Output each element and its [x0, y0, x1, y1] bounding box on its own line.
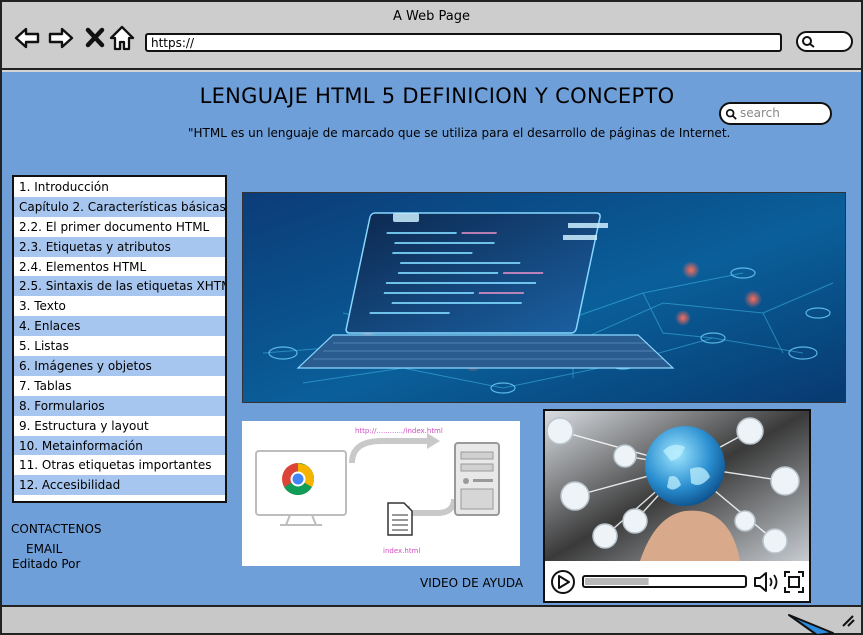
browser-search-field[interactable] [796, 31, 853, 52]
menu-item[interactable]: 1. Introducción [14, 177, 225, 197]
page-content: LENGUAJE HTML 5 DEFINICION Y CONCEPTO "H… [2, 72, 861, 605]
chapter-menu: 1. Introducción Capítulo 2. Característi… [12, 175, 227, 503]
browser-window: A Web Page https:// LENGUAJE HTML 5 DEFI… [0, 0, 863, 635]
page-description: "HTML es un lenguaje de marcado que se u… [188, 126, 731, 140]
menu-item[interactable]: 2.5. Sintaxis de las etiquetas XHTML [14, 276, 225, 297]
video-controls [548, 567, 806, 597]
request-url-label: http://............/index.html [355, 427, 443, 435]
menu-item[interactable]: 12. Accesibilidad [14, 475, 225, 496]
address-text: https:// [151, 36, 195, 50]
html-file-icon [387, 502, 413, 536]
client-server-diagram: http://............/index.html index.htm… [242, 421, 520, 566]
menu-item[interactable]: 6. Imágenes y objetos [14, 356, 225, 376]
play-icon [551, 570, 575, 594]
menu-item[interactable]: 7. Tablas [14, 376, 225, 396]
response-file-label: index.html [383, 547, 420, 555]
email-link[interactable]: EMAIL [26, 542, 62, 556]
menu-item[interactable]: 4. Enlaces [14, 316, 225, 337]
menu-item[interactable]: 8. Formularios [14, 395, 225, 416]
video-thumbnail [545, 411, 809, 561]
video-help-label: VIDEO DE AYUDA [420, 576, 524, 590]
server-icon [454, 442, 500, 516]
fullscreen-icon [784, 571, 804, 593]
hero-laptop-image [242, 192, 846, 403]
search-icon [725, 108, 737, 120]
menu-item[interactable]: 11. Otras etiquetas importantes [14, 455, 225, 475]
window-title: A Web Page [393, 9, 470, 24]
menu-item[interactable]: 2.2. El primer documento HTML [14, 217, 225, 237]
menu-item[interactable]: Capítulo 2. Características básicas [14, 196, 225, 217]
browser-chrome: A Web Page https:// [2, 2, 861, 70]
home-icon[interactable] [108, 24, 136, 52]
edited-by-text: Editado Por [12, 557, 81, 571]
cursor-icon [788, 614, 834, 635]
search-icon [802, 36, 815, 48]
video-player[interactable] [543, 409, 811, 603]
volume-icon [754, 572, 778, 592]
progress-fill [585, 578, 649, 585]
menu-item[interactable]: 2.4. Elementos HTML [14, 257, 225, 277]
menu-item[interactable]: 3. Texto [14, 296, 225, 316]
menu-item[interactable]: 10. Metainformación [14, 435, 225, 456]
contact-link[interactable]: CONTACTENOS [11, 522, 102, 536]
page-search-input[interactable]: search [719, 102, 832, 125]
menu-item[interactable]: 2.3. Etiquetas y atributos [14, 236, 225, 257]
address-bar[interactable]: https:// [145, 33, 782, 52]
resize-grip-icon[interactable] [840, 614, 856, 628]
menu-item[interactable]: 5. Listas [14, 336, 225, 356]
status-bar [2, 605, 861, 633]
search-placeholder: search [740, 106, 780, 120]
forward-arrow-icon[interactable] [47, 24, 75, 52]
menu-item[interactable]: 9. Estructura y layout [14, 416, 225, 436]
back-arrow-icon[interactable] [13, 24, 41, 52]
close-x-icon[interactable] [82, 24, 110, 52]
